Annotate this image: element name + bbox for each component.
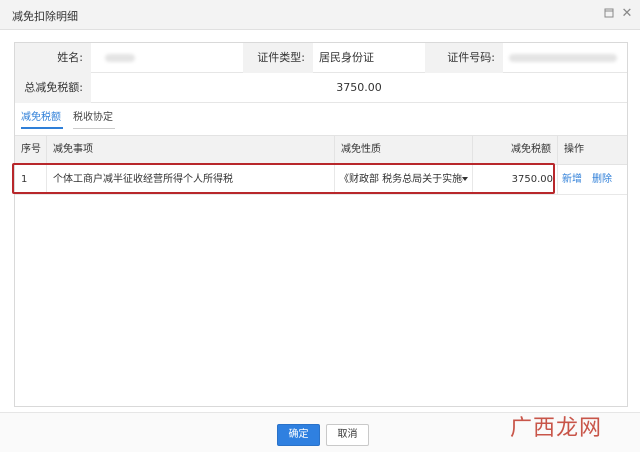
cancel-button[interactable]: 取消 [326,424,369,446]
row-seq: 1 [15,165,47,194]
id-type-value: 居民身份证 [319,51,374,64]
watermark: 广西龙网 [510,416,603,441]
dialog-title: 减免扣除明细 [12,10,78,23]
nature-select[interactable]: 《财政部 税务总局关于实施小 [335,165,473,194]
confirm-button[interactable]: 确定 [277,424,320,446]
row-actions: 新增 删除 [558,165,627,194]
info-row-2: 总减免税额: 3750.00 [15,73,627,103]
row-amount[interactable]: 3750.00 [473,165,558,194]
id-number-blurred [509,54,617,62]
dialog-titlebar: 减免扣除明细 ✕ [0,0,640,30]
name-blurred [105,54,135,62]
id-type-label: 证件类型: [243,43,313,73]
name-label: 姓名: [15,43,91,73]
col-amount: 减免税额 [473,136,558,164]
name-value [91,43,243,73]
table-row: 1 个体工商户减半征收经营所得个人所得税 《财政部 税务总局关于实施小 3750… [15,165,627,195]
nature-select-value: 《财政部 税务总局关于实施小 [339,174,463,185]
close-icon[interactable]: ✕ [620,6,634,21]
total-value: 3750.00 [336,81,382,94]
id-number-label: 证件号码: [425,43,503,73]
id-number-value [503,43,627,73]
col-item: 减免事项 [47,136,335,164]
restore-icon[interactable] [602,6,616,20]
tab-bar: 减免税额 税收协定 [15,107,627,129]
tab-deduction-amount[interactable]: 减免税额 [21,109,63,129]
delete-row-link[interactable]: 删除 [592,174,612,185]
chevron-down-icon[interactable] [462,177,468,181]
total-label: 总减免税额: [15,73,91,103]
tab-tax-treaty[interactable]: 税收协定 [73,109,115,129]
grid-header: 序号 减免事项 减免性质 减免税额 操作 [15,135,627,165]
dialog-content: 姓名: 证件类型: 居民身份证 证件号码: 总减免税额: 3750.00 减免税… [14,42,628,407]
col-actions: 操作 [564,144,584,155]
col-seq: 序号 [15,136,47,164]
col-nature: 减免性质 [335,136,473,164]
row-item[interactable]: 个体工商户减半征收经营所得个人所得税 [47,165,335,194]
add-row-link[interactable]: 新增 [562,174,582,185]
info-row-1: 姓名: 证件类型: 居民身份证 证件号码: [15,43,627,73]
